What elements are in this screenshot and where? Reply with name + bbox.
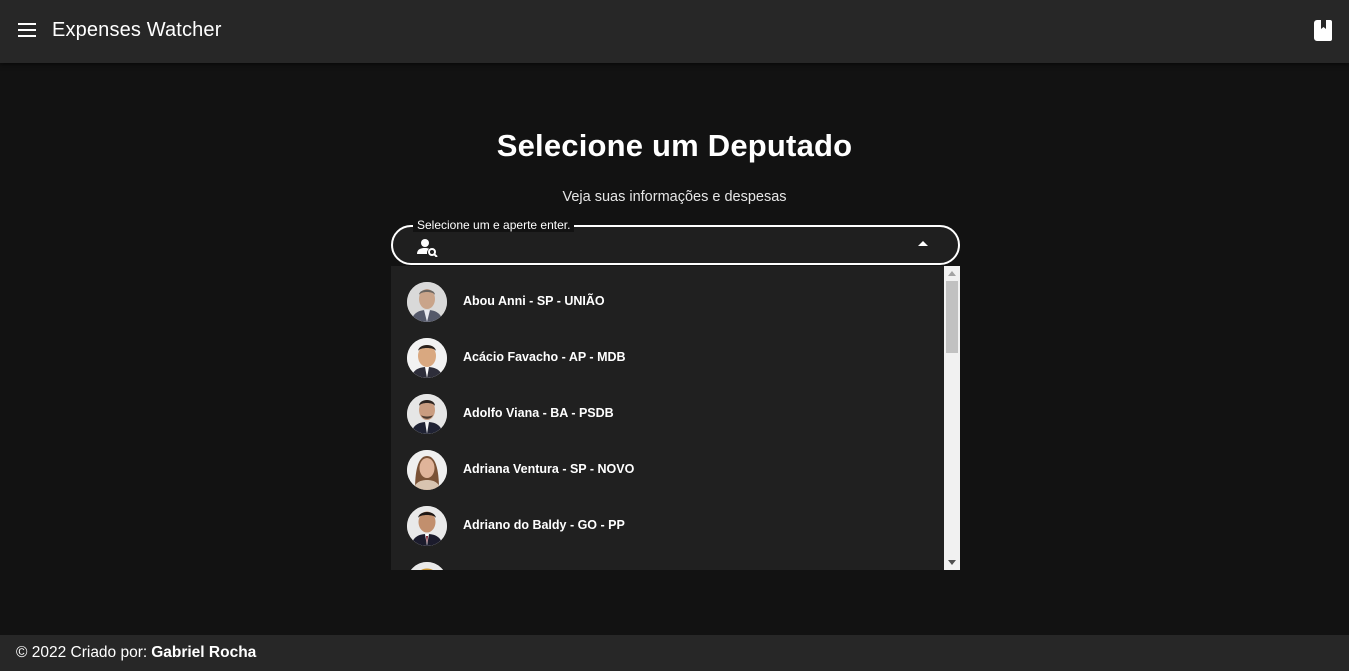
scroll-up-icon[interactable]	[948, 271, 956, 276]
footer-author: Gabriel Rocha	[151, 644, 257, 661]
list-item[interactable]: Acácio Favacho - AP - MDB	[391, 330, 944, 386]
footer: © 2022 Criado por: Gabriel Rocha	[0, 635, 1349, 671]
app-title: Expenses Watcher	[52, 19, 222, 41]
menu-icon[interactable]	[18, 23, 38, 39]
list-item[interactable]: Adolfo Viana - BA - PSDB	[391, 386, 944, 442]
page-title: Selecione um Deputado	[496, 128, 853, 163]
scroll-thumb[interactable]	[946, 281, 958, 353]
avatar	[407, 394, 447, 434]
book-icon[interactable]	[1314, 20, 1332, 41]
scroll-down-icon[interactable]	[948, 560, 956, 565]
app-bar: Expenses Watcher	[0, 0, 1349, 63]
deputy-autocomplete[interactable]: Selecione um e aperte enter.	[391, 218, 960, 265]
avatar	[407, 562, 447, 570]
page-subtitle: Veja suas informações e despesas	[562, 189, 787, 205]
field-label: Selecione um e aperte enter.	[413, 218, 575, 232]
avatar	[407, 450, 447, 490]
list-item-label: Abou Anni - SP - UNIÃO	[463, 294, 605, 308]
list-item-label: Adolfo Viana - BA - PSDB	[463, 406, 614, 420]
list-item-label: Adriano do Baldy - GO - PP	[463, 518, 625, 532]
avatar	[407, 506, 447, 546]
list-item[interactable]	[391, 554, 944, 570]
list-item[interactable]: Adriano do Baldy - GO - PP	[391, 498, 944, 554]
footer-credit: © 2022 Criado por:	[16, 644, 148, 661]
list-item[interactable]: Adriana Ventura - SP - NOVO	[391, 442, 944, 498]
deputy-search-input[interactable]	[447, 233, 897, 257]
scrollbar[interactable]	[944, 266, 960, 570]
list-item-label: Acácio Favacho - AP - MDB	[463, 350, 626, 364]
avatar	[407, 338, 447, 378]
deputy-options-list: Abou Anni - SP - UNIÃO Acácio Favacho - …	[391, 266, 960, 570]
list-item[interactable]: Abou Anni - SP - UNIÃO	[391, 274, 944, 330]
list-item-label: Adriana Ventura - SP - NOVO	[463, 462, 635, 476]
dropdown-toggle-icon[interactable]	[918, 241, 928, 246]
person-search-icon	[417, 237, 439, 258]
avatar	[407, 282, 447, 322]
